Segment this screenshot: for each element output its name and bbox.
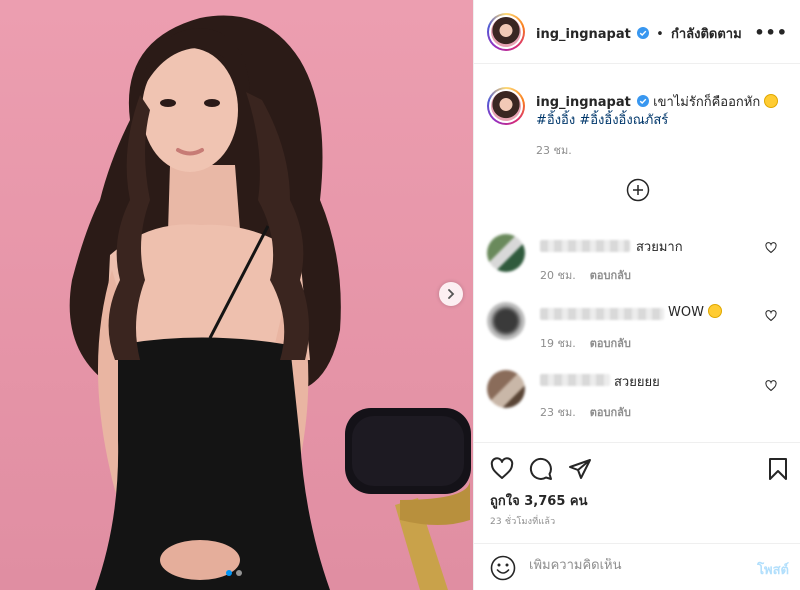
author-avatar[interactable]	[487, 13, 525, 51]
emoji-smile-icon[interactable]	[490, 555, 516, 581]
commenter-avatar[interactable]	[487, 370, 525, 408]
heart-eyes-emoji-icon	[708, 304, 723, 318]
next-photo-button[interactable]	[439, 282, 463, 306]
comment-meta: 19 ชม. ตอบกลับ	[540, 334, 631, 352]
heart-icon[interactable]	[765, 242, 777, 254]
header-separator: •	[656, 27, 664, 42]
like-heart-icon[interactable]	[490, 457, 514, 481]
comment-item: WOW 19 ชม. ตอบกลับ	[474, 296, 800, 356]
following-button[interactable]: กำลังติดตาม	[671, 27, 742, 42]
comment-item: สวยมาก 20 ชม. ตอบกลับ	[474, 228, 800, 288]
chevron-right-icon	[448, 289, 455, 299]
caption-text: เขาไม่รักก็คืออกหัก	[653, 95, 761, 110]
caption-hashtags[interactable]: #อิ้งอิ้ง #อิ้งอิ้งอิ้งณภัสร์	[536, 113, 668, 128]
comment-bubble-icon[interactable]	[529, 457, 553, 481]
comment-text: สวยมาก	[636, 240, 683, 255]
post-actions: ถูกใจ 3,765 คน 23 ชั่วโมงที่แล้ว โพสต์	[474, 442, 800, 590]
post-details-panel: ing_ingnapat • กำลังติดตาม ••• ing_ingna…	[473, 0, 800, 590]
post-comment-button[interactable]: โพสต์	[757, 559, 789, 580]
heart-icon[interactable]	[765, 310, 777, 322]
posted-time: 23 ชั่วโมงที่แล้ว	[490, 517, 556, 527]
comment-meta: 23 ชม. ตอบกลับ	[540, 403, 631, 421]
carousel-dot-2	[236, 570, 242, 576]
likes-label: ถูกใจ	[490, 494, 520, 509]
reply-button[interactable]: ตอบกลับ	[590, 269, 631, 282]
likes-unit: คน	[569, 494, 588, 509]
verified-badge-icon	[637, 95, 649, 107]
crying-emoji-icon	[764, 94, 779, 108]
post-header: ing_ingnapat • กำลังติดตาม •••	[474, 0, 800, 64]
comment-text-value: WOW	[668, 305, 704, 320]
comment-meta: 20 ชม. ตอบกลับ	[540, 266, 631, 284]
comment-input[interactable]	[529, 558, 729, 573]
load-more-comments-icon[interactable]	[626, 178, 650, 202]
comment-item: สวยยยย 23 ชม. ตอบกลับ	[474, 366, 800, 426]
author-username[interactable]: ing_ingnapat	[536, 27, 631, 42]
commenter-avatar[interactable]	[487, 302, 525, 340]
reply-button[interactable]: ตอบกลับ	[590, 337, 631, 350]
caption-username[interactable]: ing_ingnapat	[536, 95, 631, 110]
caption: ing_ingnapat เขาไม่รักก็คืออกหัก #อิ้งอิ…	[536, 94, 786, 130]
commenter-avatar[interactable]	[487, 234, 525, 272]
photo-scene	[69, 15, 471, 590]
comment-text: WOW	[668, 304, 723, 320]
save-bookmark-icon[interactable]	[766, 457, 790, 481]
likes-count[interactable]: ถูกใจ 3,765 คน	[490, 490, 588, 511]
carousel-dot-1	[226, 570, 232, 576]
post-photo[interactable]	[0, 0, 473, 590]
commenter-name-redacted	[540, 240, 630, 252]
commenter-name-redacted	[540, 374, 610, 386]
add-comment-bar: โพสต์	[474, 543, 800, 590]
heart-icon[interactable]	[765, 380, 777, 392]
reply-button[interactable]: ตอบกลับ	[590, 406, 631, 419]
likes-number: 3,765	[524, 494, 566, 509]
carousel-indicator	[226, 570, 242, 576]
more-options-icon[interactable]: •••	[754, 23, 788, 42]
comment-time: 19 ชม.	[540, 337, 576, 350]
comment-text: สวยยยย	[614, 375, 660, 390]
caption-avatar[interactable]	[487, 87, 525, 125]
author-line: ing_ingnapat • กำลังติดตาม	[536, 23, 742, 44]
share-plane-icon[interactable]	[568, 457, 592, 481]
comment-time: 20 ชม.	[540, 269, 576, 282]
comment-time: 23 ชม.	[540, 406, 576, 419]
commenter-name-redacted	[540, 308, 664, 320]
verified-badge-icon	[637, 27, 649, 39]
caption-time: 23 ชม.	[536, 144, 572, 157]
